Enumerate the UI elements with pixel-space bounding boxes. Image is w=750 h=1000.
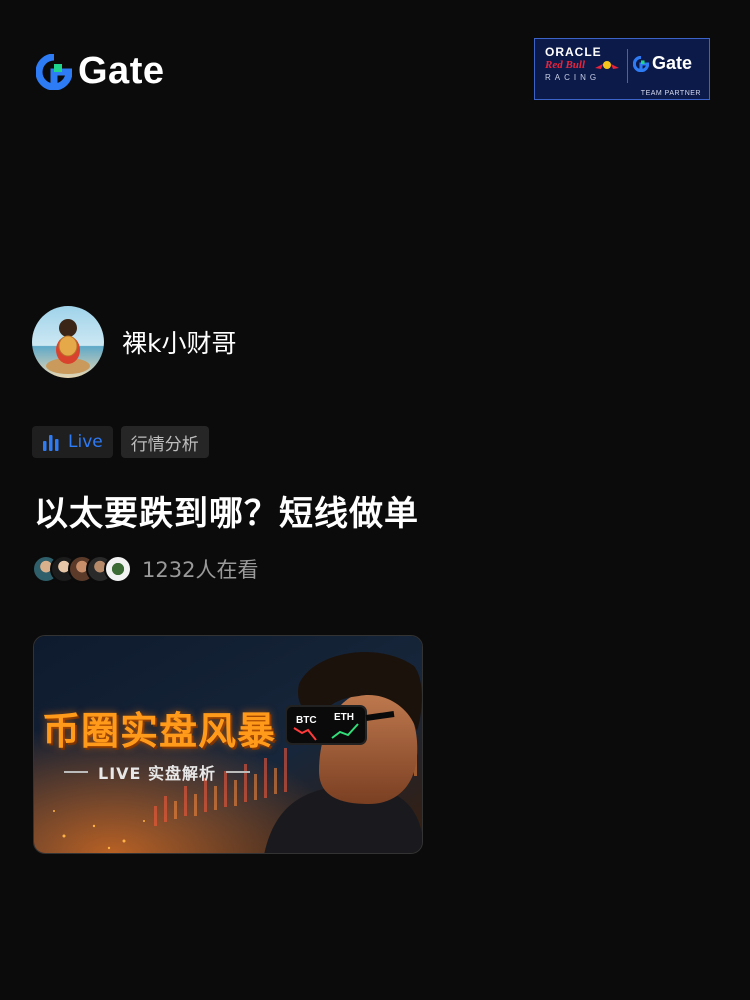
red-bull-text: Red Bull bbox=[545, 59, 586, 71]
bar-chart-icon bbox=[43, 435, 59, 451]
subtitle-line-right bbox=[226, 771, 251, 773]
stream-tags: Live 行情分析 bbox=[32, 426, 209, 458]
oracle-text: ORACLE bbox=[545, 45, 602, 59]
team-partner-badge: ORACLE Red Bull RACING Gate TEAM PARTNER bbox=[534, 38, 710, 100]
subtitle-line-left bbox=[64, 771, 88, 773]
host-profile[interactable]: 裸k小财哥 bbox=[32, 306, 236, 378]
cover-subtitle: LIVE 实盘解析 bbox=[64, 760, 251, 784]
live-badge: Live bbox=[32, 426, 113, 458]
lens-right-text: ETH bbox=[334, 712, 354, 723]
viewer-count: 1232人在看 bbox=[142, 558, 259, 582]
cover-title: 币圈实盘风暴 bbox=[42, 709, 277, 753]
topic-label: 行情分析 bbox=[130, 434, 199, 455]
stream-cover[interactable]: BTC ETH 币圈实盘风暴 LIVE 实盘解析 bbox=[33, 635, 423, 854]
host-name[interactable]: 裸k小财哥 bbox=[122, 324, 236, 360]
badge-divider bbox=[627, 49, 628, 83]
gate-logo: Gate bbox=[35, 50, 165, 93]
gate-logo-text: Gate bbox=[78, 50, 165, 92]
partner-gate-text: Gate bbox=[652, 53, 693, 73]
gate-logo-icon bbox=[35, 53, 73, 90]
viewer-avatars bbox=[32, 555, 132, 583]
racing-text: RACING bbox=[545, 73, 601, 82]
live-label: Live bbox=[68, 432, 103, 452]
lens-left-text: BTC bbox=[296, 715, 317, 726]
stream-title: 以太要跌到哪？短线做单 bbox=[34, 494, 419, 534]
viewer-info: 1232人在看 bbox=[32, 554, 258, 584]
team-partner-text: TEAM PARTNER bbox=[640, 90, 701, 97]
gate-logo-icon bbox=[633, 55, 649, 72]
cover-subtitle-text: LIVE 实盘解析 bbox=[98, 764, 217, 783]
host-avatar[interactable] bbox=[32, 306, 104, 378]
red-bull-icon bbox=[595, 61, 619, 69]
viewer-avatar bbox=[104, 555, 132, 583]
topic-tag[interactable]: 行情分析 bbox=[120, 426, 209, 458]
partner-gate-logo: Gate bbox=[633, 53, 692, 74]
